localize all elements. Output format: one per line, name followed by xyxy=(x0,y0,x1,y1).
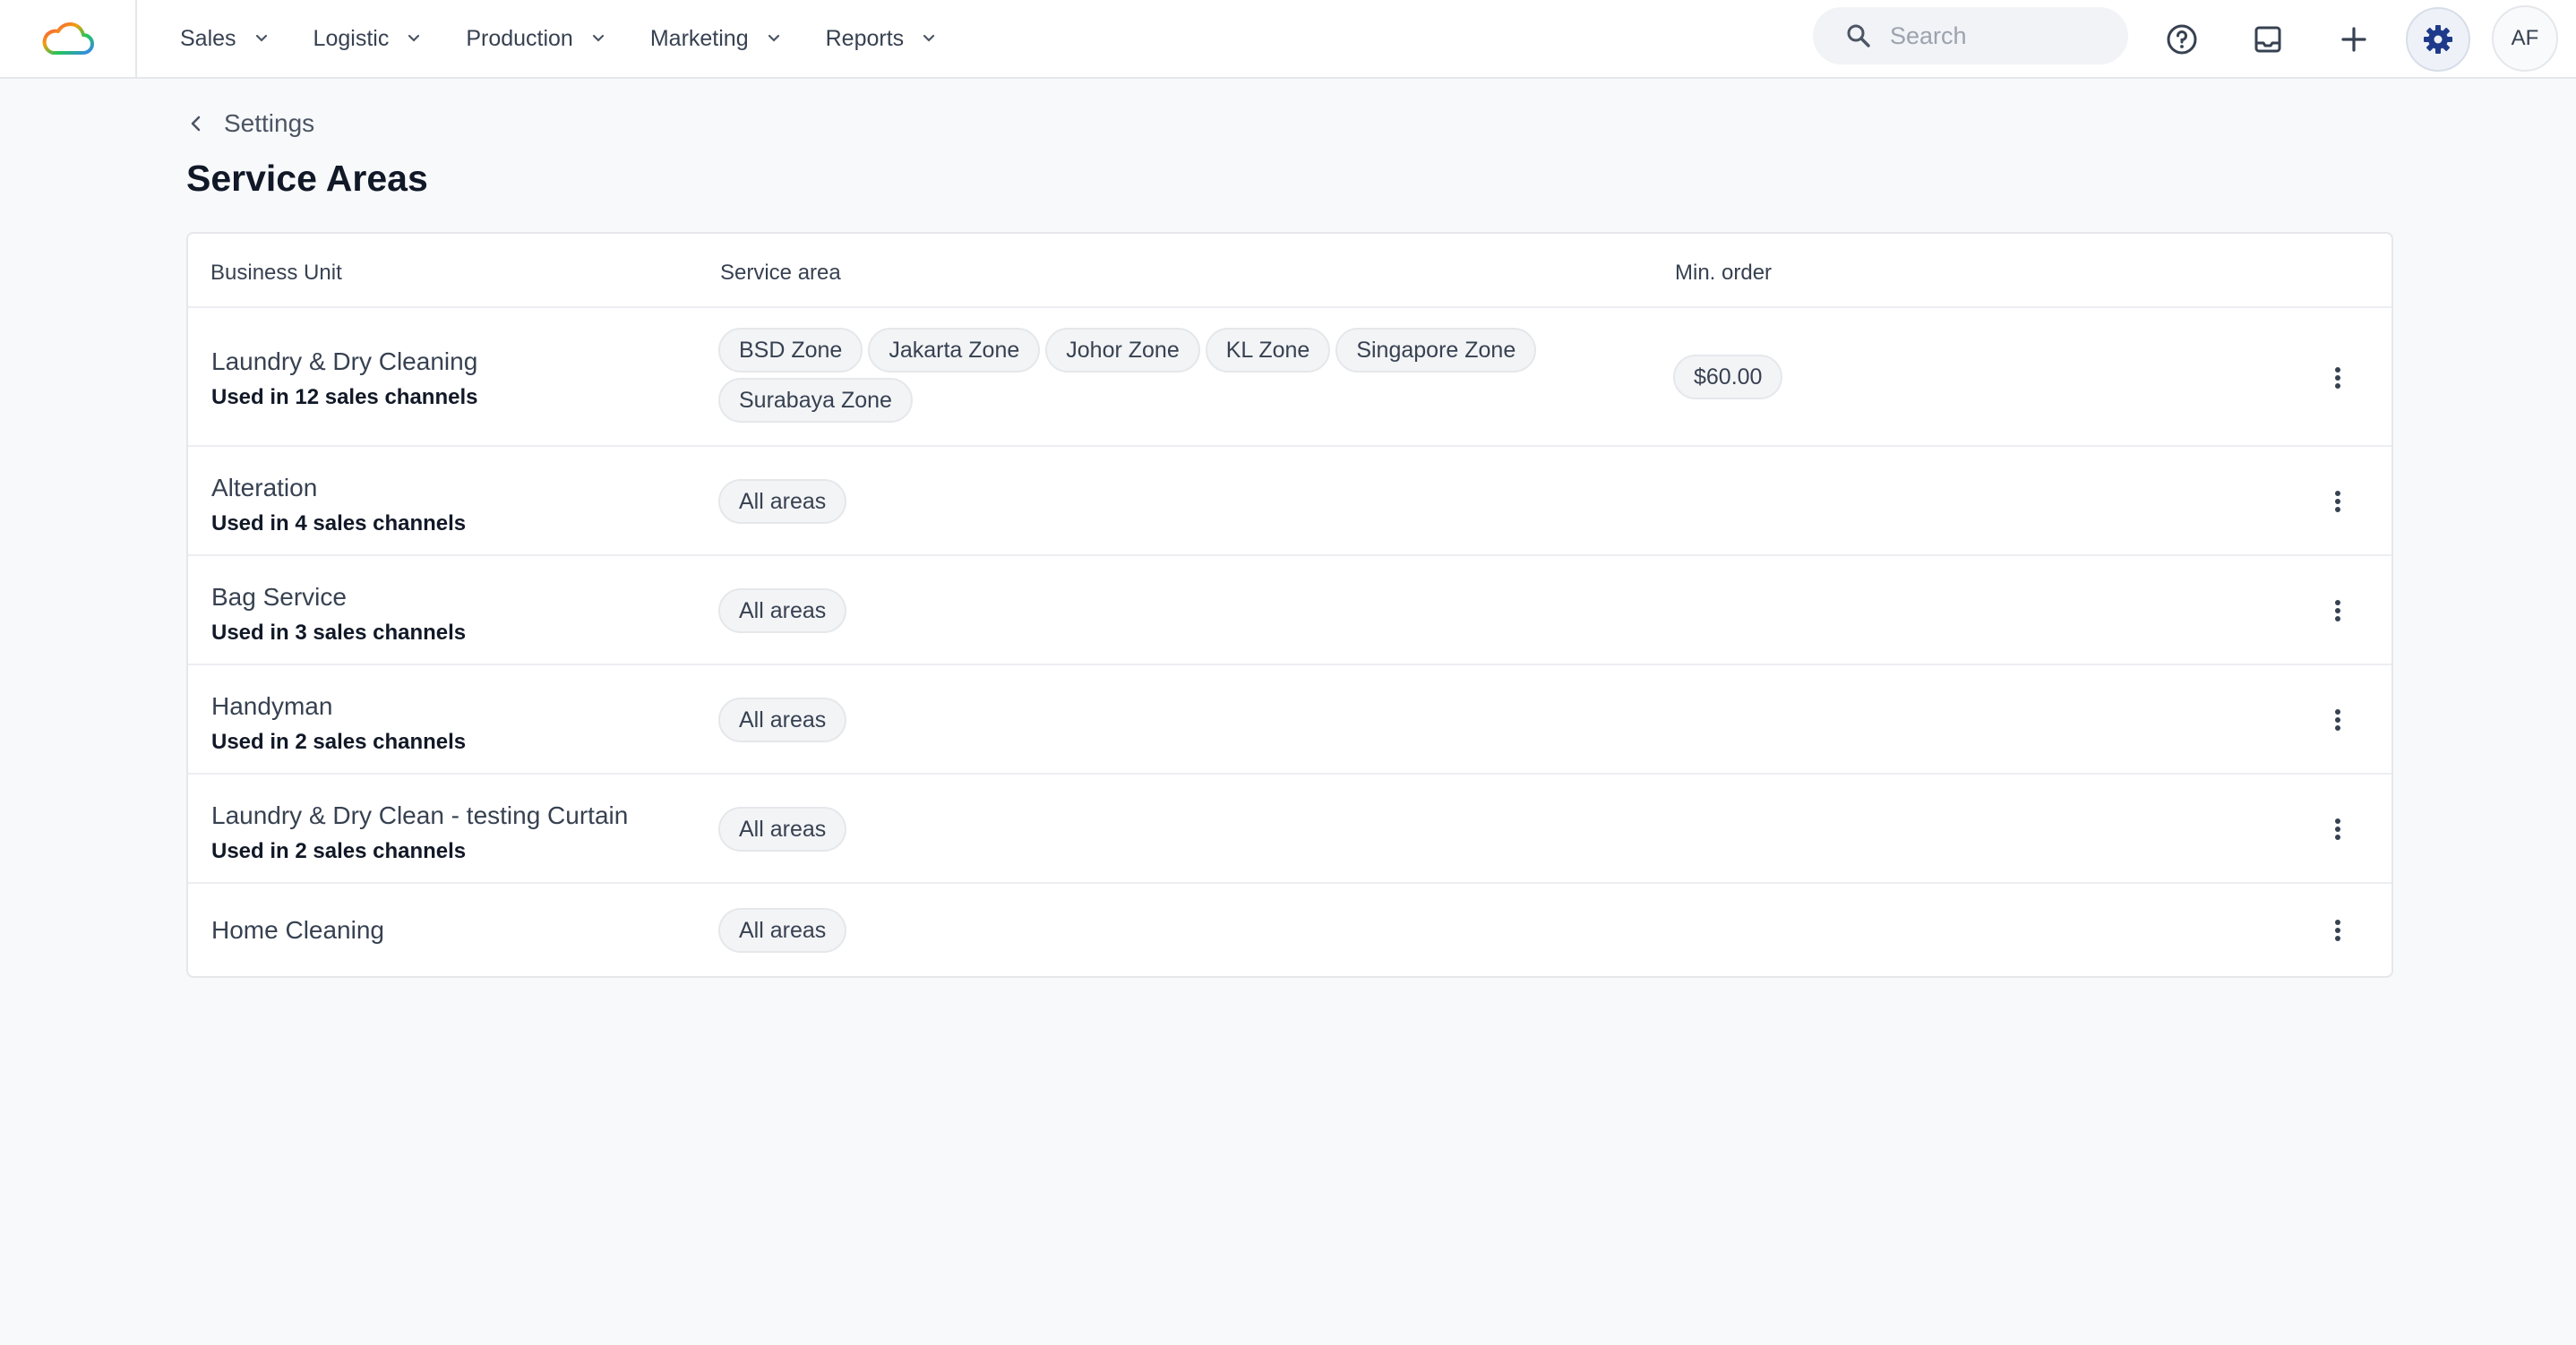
area-pill: Jakarta Zone xyxy=(868,328,1041,373)
more-vertical-icon xyxy=(2335,709,2340,731)
area-pill: Johor Zone xyxy=(1045,328,1200,373)
row-menu-button[interactable] xyxy=(2320,912,2356,948)
service-area-pills: All areas xyxy=(718,588,1560,633)
service-area-pills: All areas xyxy=(718,698,1560,742)
settings-button[interactable] xyxy=(2406,7,2470,72)
business-unit-cell: Laundry & Dry Cleaning Used in 12 sales … xyxy=(211,347,477,410)
page-title: Service Areas xyxy=(186,158,428,199)
business-unit-cell: Handyman Used in 2 sales channels xyxy=(211,692,466,755)
sales-channels-count: Used in 2 sales channels xyxy=(211,839,467,863)
more-vertical-icon xyxy=(2335,818,2340,840)
table-row[interactable]: Laundry & Dry Cleaning Used in 12 sales … xyxy=(188,308,2391,447)
breadcrumb-back[interactable]: Settings xyxy=(186,109,314,138)
avatar-initials: AF xyxy=(2511,26,2539,50)
area-pill: All areas xyxy=(718,908,847,953)
help-button[interactable] xyxy=(2150,7,2214,72)
search-input[interactable] xyxy=(1890,21,2114,50)
service-area-pills: All areas xyxy=(718,807,1560,852)
chevron-down-icon xyxy=(408,34,420,42)
cloud-logo-icon xyxy=(42,21,94,55)
area-pill: KL Zone xyxy=(1205,328,1331,373)
add-button[interactable] xyxy=(2322,7,2386,72)
business-unit-name: Alteration xyxy=(211,474,318,501)
table-header: Business Unit Service area Min. order xyxy=(188,234,2391,308)
inbox-button[interactable] xyxy=(2236,7,2300,72)
area-pill: All areas xyxy=(718,698,847,742)
chevron-down-icon xyxy=(592,34,604,42)
search-icon xyxy=(1847,24,1870,47)
nav-production[interactable]: Production xyxy=(466,12,607,65)
search-bar xyxy=(1813,7,2128,64)
chevron-down-icon xyxy=(768,34,779,42)
app-logo[interactable] xyxy=(0,0,137,77)
sales-channels-count: Used in 4 sales channels xyxy=(211,511,467,535)
table-row[interactable]: Bag Service Used in 3 sales channels All… xyxy=(188,556,2391,665)
area-pill: All areas xyxy=(718,588,847,633)
help-circle-icon xyxy=(2167,24,2197,55)
nav-marketing-label: Marketing xyxy=(649,25,749,51)
chevron-left-icon xyxy=(191,116,201,132)
sales-channels-count: Used in 3 sales channels xyxy=(211,621,467,645)
table-row[interactable]: Laundry & Dry Clean - testing Curtain Us… xyxy=(188,775,2391,884)
nav-marketing[interactable]: Marketing xyxy=(650,12,783,65)
nav-sales[interactable]: Sales xyxy=(180,12,270,65)
area-pill: All areas xyxy=(718,807,847,852)
min-order-cell: $60.00 xyxy=(1673,355,1783,399)
nav-logistic-label: Logistic xyxy=(313,25,390,51)
service-area-pills: BSD Zone Jakarta Zone Johor Zone KL Zone… xyxy=(718,328,1560,423)
main-nav: Sales Logistic Production Marketing Repo… xyxy=(180,12,981,65)
business-unit-name: Handyman xyxy=(211,692,333,720)
area-pill: BSD Zone xyxy=(718,328,863,373)
row-menu-button[interactable] xyxy=(2320,360,2356,396)
sales-channels-count: Used in 12 sales channels xyxy=(211,385,478,409)
more-vertical-icon xyxy=(2335,491,2340,512)
nav-logistic[interactable]: Logistic xyxy=(313,12,424,65)
business-unit-cell: Alteration Used in 4 sales channels xyxy=(211,474,466,536)
service-area-pills: All areas xyxy=(718,908,1560,953)
top-navigation-bar: Sales Logistic Production Marketing Repo… xyxy=(0,0,2576,79)
row-menu-button[interactable] xyxy=(2320,702,2356,738)
avatar[interactable]: AF xyxy=(2492,5,2558,72)
row-menu-button[interactable] xyxy=(2320,484,2356,519)
breadcrumb-label: Settings xyxy=(224,109,315,137)
header-service-area: Service area xyxy=(720,261,841,285)
business-unit-name: Laundry & Dry Clean - testing Curtain xyxy=(211,801,629,829)
sales-channels-count: Used in 2 sales channels xyxy=(211,730,467,754)
table-row[interactable]: Alteration Used in 4 sales channels All … xyxy=(188,447,2391,556)
business-unit-name: Home Cleaning xyxy=(211,916,384,944)
more-vertical-icon xyxy=(2335,367,2340,389)
nav-sales-label: Sales xyxy=(180,25,236,51)
business-unit-name: Laundry & Dry Cleaning xyxy=(211,347,478,375)
table-row[interactable]: Home Cleaning All areas xyxy=(188,884,2391,976)
area-pill: Surabaya Zone xyxy=(718,378,913,423)
chevron-down-icon xyxy=(923,34,935,42)
service-area-pills: All areas xyxy=(718,479,1560,524)
plus-icon xyxy=(2341,27,2366,52)
row-menu-button[interactable] xyxy=(2320,593,2356,629)
header-business-unit: Business Unit xyxy=(210,261,342,285)
inbox-icon xyxy=(2254,26,2281,53)
area-pill: Singapore Zone xyxy=(1335,328,1537,373)
area-pill: All areas xyxy=(718,479,847,524)
more-vertical-icon xyxy=(2335,920,2340,941)
business-unit-cell: Home Cleaning xyxy=(211,916,384,945)
business-unit-cell: Laundry & Dry Clean - testing Curtain Us… xyxy=(211,801,628,864)
nav-reports[interactable]: Reports xyxy=(826,12,939,65)
more-vertical-icon xyxy=(2335,600,2340,621)
nav-reports-label: Reports xyxy=(825,25,905,51)
business-unit-cell: Bag Service Used in 3 sales channels xyxy=(211,583,466,646)
business-unit-name: Bag Service xyxy=(211,583,347,611)
table-row[interactable]: Handyman Used in 2 sales channels All ar… xyxy=(188,665,2391,775)
gear-icon xyxy=(2424,25,2452,54)
nav-production-label: Production xyxy=(466,25,573,51)
min-order-pill: $60.00 xyxy=(1673,355,1783,399)
chevron-down-icon xyxy=(255,34,267,42)
row-menu-button[interactable] xyxy=(2320,811,2356,847)
service-areas-table: Business Unit Service area Min. order La… xyxy=(186,232,2393,978)
header-min-order: Min. order xyxy=(1675,261,1773,285)
